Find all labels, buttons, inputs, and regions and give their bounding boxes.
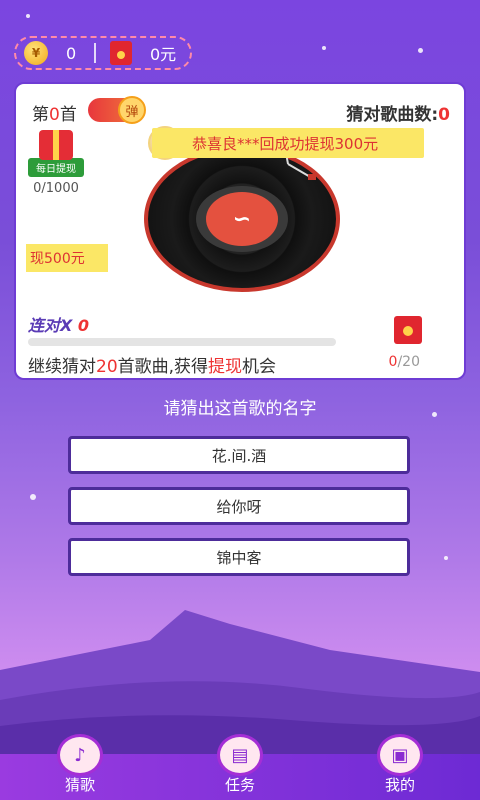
star-decoration bbox=[322, 46, 326, 50]
balance-bar[interactable]: ¥ 0 0元 bbox=[14, 36, 192, 70]
daily-withdraw-progress: 0/1000 bbox=[33, 181, 79, 196]
danmaku-toggle[interactable]: 弹 bbox=[88, 96, 146, 124]
toggle-knob: 弹 bbox=[118, 96, 146, 124]
streak-indicator: 连对X 0 bbox=[28, 316, 90, 335]
daily-withdraw[interactable]: 每日提现 0/1000 bbox=[28, 130, 84, 196]
correct-count: 猜对歌曲数:0 bbox=[346, 105, 450, 125]
game-card: 第0首 弹 猜对歌曲数:0 每日提现 0/1000 ∽ 恭喜良***回成功提现3… bbox=[14, 82, 466, 380]
question-prompt: 请猜出这首歌的名字 bbox=[163, 399, 317, 419]
task-icon: ▤ bbox=[217, 734, 263, 776]
red-packet-reward-icon[interactable] bbox=[394, 316, 422, 344]
reward-tip: 继续猜对20首歌曲,获得提现机会 bbox=[28, 357, 277, 377]
nav-label: 任务 bbox=[224, 776, 255, 794]
nav-mine[interactable]: ▣ 我的 bbox=[370, 734, 430, 795]
answer-option[interactable]: 锦中客 bbox=[68, 538, 410, 576]
bottom-nav: ♪ 猜歌 ▤ 任务 ▣ 我的 bbox=[0, 734, 480, 800]
star-decoration bbox=[30, 494, 36, 500]
nav-label: 猜歌 bbox=[64, 776, 95, 794]
nav-label: 我的 bbox=[384, 776, 415, 794]
gift-box-icon bbox=[39, 130, 73, 160]
cash-tag: 现500元 bbox=[26, 244, 108, 272]
coin-balance: 0 bbox=[66, 43, 77, 63]
daily-withdraw-label: 每日提现 bbox=[28, 158, 84, 177]
nav-tasks[interactable]: ▤ 任务 bbox=[210, 734, 270, 795]
answer-option[interactable]: 给你呀 bbox=[68, 487, 410, 525]
wallet-icon: ▣ bbox=[377, 734, 423, 776]
nav-guess-song[interactable]: ♪ 猜歌 bbox=[50, 734, 110, 795]
coin-icon: ¥ bbox=[24, 41, 48, 65]
answer-option[interactable]: 花.间.酒 bbox=[68, 436, 410, 474]
withdraw-toast: 恭喜良***回成功提现300元 bbox=[152, 128, 424, 158]
round-indicator: 第0首 bbox=[32, 105, 77, 125]
star-decoration bbox=[444, 556, 448, 560]
music-note-icon: ♪ bbox=[57, 734, 103, 776]
red-packet-icon bbox=[110, 41, 132, 65]
play-icon: ∽ bbox=[206, 192, 278, 246]
reward-progress: 0/20 bbox=[388, 354, 420, 370]
cash-balance: 0元 bbox=[150, 45, 177, 64]
round-number: 0 bbox=[49, 105, 60, 125]
divider bbox=[94, 43, 96, 63]
star-decoration bbox=[26, 14, 30, 18]
star-decoration bbox=[418, 48, 423, 53]
streak-progress-bar bbox=[28, 338, 336, 346]
